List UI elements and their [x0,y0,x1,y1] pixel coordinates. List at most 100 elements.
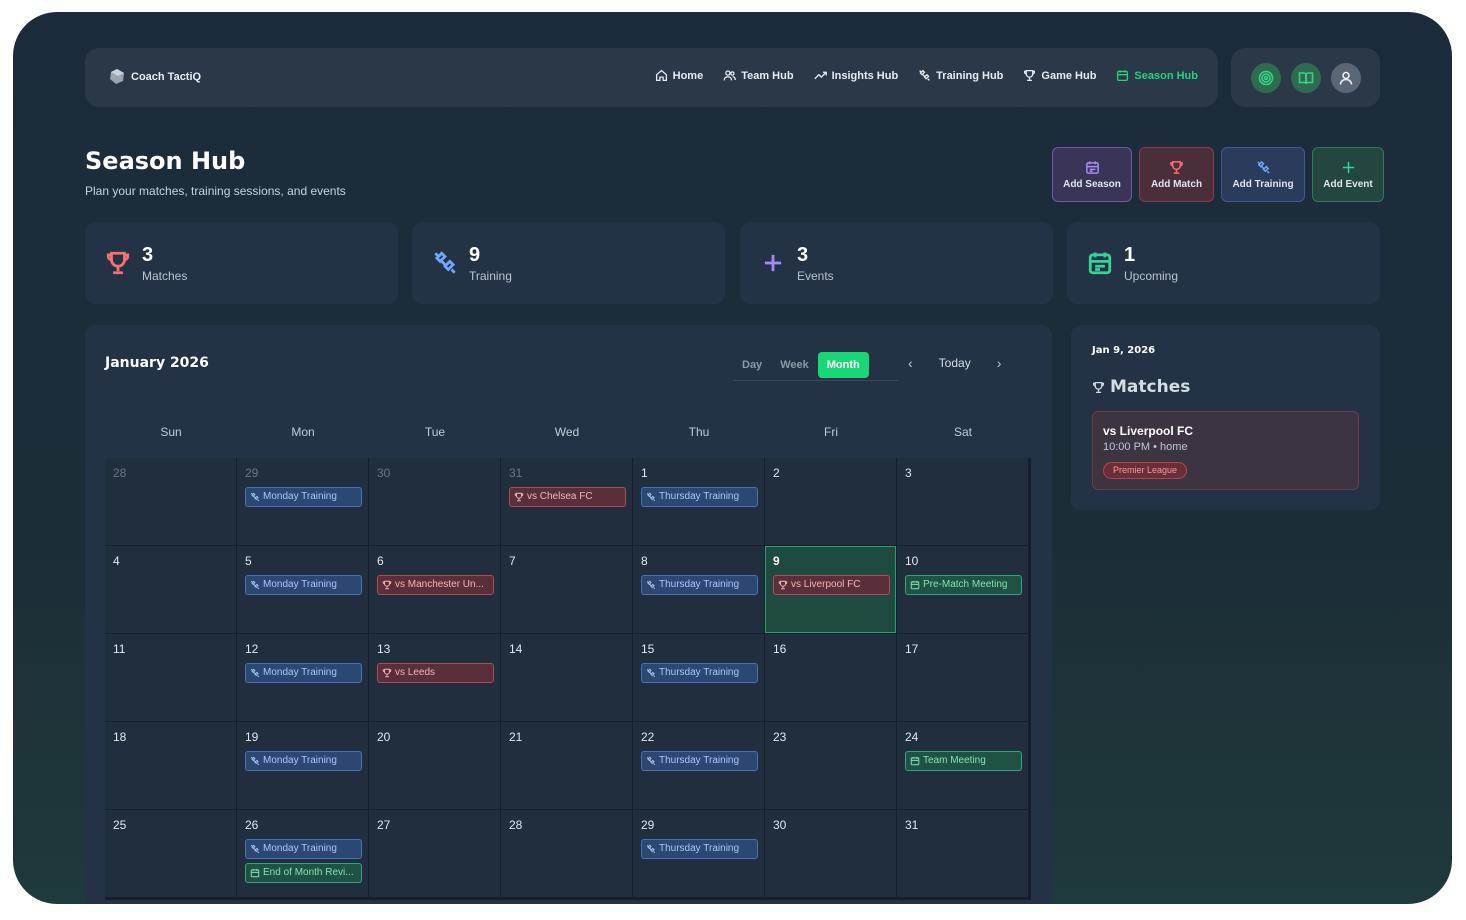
match-event-chip[interactable]: vs Chelsea FC [509,487,626,507]
day-number: 29 [245,466,259,480]
add-event-button[interactable]: Add Event [1312,147,1384,202]
calendar-day[interactable]: 25 [105,810,236,897]
calendar-day[interactable]: 6 vs Manchester Un... [369,546,500,633]
add-match-label: Add Match [1150,178,1203,190]
calendar-day[interactable]: 21 [501,722,632,809]
calendar-day[interactable]: 14 [501,634,632,721]
day-number: 31 [509,466,523,480]
calendar-day[interactable]: 11 [105,634,236,721]
event-title: End of Month Revi... [263,867,354,878]
calendar-day[interactable]: 29 Monday Training [237,458,368,545]
training-event-chip[interactable]: Monday Training [245,575,362,595]
trophy-icon [514,492,524,502]
training-event-chip[interactable]: Thursday Training [641,839,758,859]
stat-card-training: 9 Training [412,222,725,304]
section-header: Matches [1092,377,1190,397]
target-icon [1258,70,1273,85]
add-match-button[interactable]: Add Match [1139,147,1214,202]
day-number: 21 [509,730,523,744]
calendar-day[interactable]: 24 Team Meeting [897,722,1028,809]
calendar-day[interactable]: 1 Thursday Training [633,458,764,545]
day-number: 3 [905,466,912,480]
training-event-chip[interactable]: Monday Training [245,487,362,507]
day-number: 10 [905,554,919,568]
training-event-chip[interactable]: Monday Training [245,839,362,859]
calendar-day[interactable]: 17 [897,634,1028,721]
calendar-day[interactable]: 22 Thursday Training [633,722,764,809]
calendar-day[interactable]: 8 Thursday Training [633,546,764,633]
calendar-day[interactable]: 29 Thursday Training [633,810,764,897]
chevron-left-icon[interactable]: ‹ [908,355,913,371]
training-event-chip[interactable]: Thursday Training [641,751,758,771]
calendar-day[interactable]: 19 Monday Training [237,722,368,809]
nav-game-hub[interactable]: Game Hub [1023,69,1096,82]
day-number: 19 [245,730,259,744]
nav-insights-hub[interactable]: Insights Hub [813,69,898,82]
calendar-day[interactable]: 16 [765,634,896,721]
calendar-day[interactable]: 27 [369,810,500,897]
playbook-button[interactable] [1290,62,1321,93]
dumbbell-icon [250,668,260,678]
match-event-chip[interactable]: vs Leeds [377,663,494,683]
calendar-day[interactable]: 12 Monday Training [237,634,368,721]
add-season-button[interactable]: Add Season [1052,147,1132,202]
calendar-day[interactable]: 10 Pre-Match Meeting [897,546,1028,633]
training-event-chip[interactable]: Monday Training [245,751,362,771]
event-event-chip[interactable]: End of Month Revi... [245,863,362,883]
stat-label: Matches [142,269,188,283]
calendar-day[interactable]: 31 vs Chelsea FC [501,458,632,545]
add-training-button[interactable]: Add Training [1221,147,1305,202]
match-event-chip[interactable]: vs Liverpool FC [773,575,890,595]
calendar-day[interactable]: 7 [501,546,632,633]
nav-training-hub[interactable]: Training Hub [918,69,1003,82]
calendar-day[interactable]: 3 [897,458,1028,545]
profile-button[interactable] [1330,62,1361,93]
calendar-day[interactable]: 30 [369,458,500,545]
chevron-right-icon[interactable]: › [997,355,1002,371]
calendar-day[interactable]: 26 Monday Training End of Month Revi... [237,810,368,897]
view-month-button[interactable]: Month [817,351,869,378]
training-event-chip[interactable]: Thursday Training [641,575,758,595]
trophy-icon [1024,69,1036,82]
view-day-button[interactable]: Day [733,352,771,378]
calendar-day[interactable]: 13 vs Leeds [369,634,500,721]
view-week-button[interactable]: Week [771,352,818,378]
calendar-day[interactable]: 31 [897,810,1028,897]
nav-home[interactable]: Home [655,69,703,82]
match-opponent: vs Liverpool FC [1103,424,1194,438]
event-event-chip[interactable]: Team Meeting [905,751,1022,771]
day-number: 7 [509,554,516,568]
calendar-day[interactable]: 4 [105,546,236,633]
event-title: Thursday Training [659,755,740,766]
weekday-header: Sat [953,425,972,439]
calendar-day-today[interactable]: 9 vs Liverpool FC [765,546,896,633]
calendar-day[interactable]: 15 Thursday Training [633,634,764,721]
goals-button[interactable] [1250,62,1281,93]
event-event-chip[interactable]: Pre-Match Meeting [905,575,1022,595]
calendar-day[interactable]: 20 [369,722,500,809]
calendar-day[interactable]: 23 [765,722,896,809]
calendar-day[interactable]: 2 [765,458,896,545]
day-number: 23 [773,730,787,744]
brand[interactable]: Coach TactiQ [107,67,201,87]
training-event-chip[interactable]: Thursday Training [641,487,758,507]
add-season-label: Add Season [1063,178,1121,190]
calendar-day[interactable]: 5 Monday Training [237,546,368,633]
nav-team-hub[interactable]: Team Hub [723,69,794,82]
calendar-day[interactable]: 28 [501,810,632,897]
calendar-day[interactable]: 30 [765,810,896,897]
match-event-chip[interactable]: vs Manchester Un... [377,575,494,595]
training-event-chip[interactable]: Monday Training [245,663,362,683]
calendar-day[interactable]: 28 [105,458,236,545]
calendar-icon [1117,70,1129,82]
today-button[interactable]: Today [939,356,971,370]
trend-icon [813,71,827,80]
match-card[interactable]: vs Liverpool FC 10:00 PM • home Premier … [1092,411,1359,490]
trophy-icon [106,251,130,275]
stat-value: 1 [1124,244,1136,266]
training-event-chip[interactable]: Thursday Training [641,663,758,683]
calendar-day[interactable]: 18 [105,722,236,809]
day-number: 28 [113,466,127,480]
event-title: Pre-Match Meeting [923,579,1008,590]
nav-season-hub[interactable]: Season Hub [1116,69,1198,82]
